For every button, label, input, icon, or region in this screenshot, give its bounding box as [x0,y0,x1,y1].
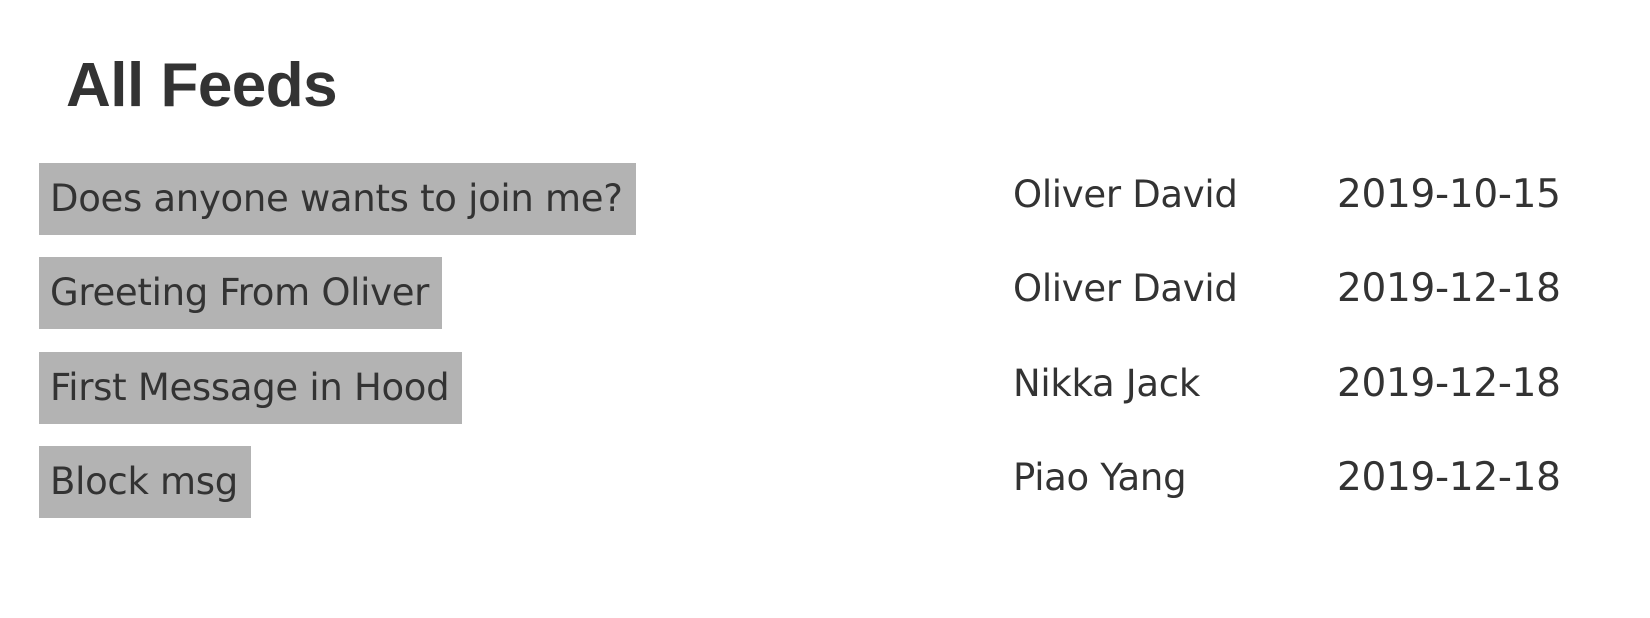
feed-date: 2019-12-18 [1337,361,1561,406]
feed-title-link[interactable]: Does anyone wants to join me? [39,163,636,235]
feed-author: Nikka Jack [1013,362,1200,405]
feed-author: Oliver David [1013,267,1238,310]
feed-author: Oliver David [1013,173,1238,216]
feed-title-link[interactable]: Block msg [39,446,251,518]
feed-title-link[interactable]: Greeting From Oliver [39,257,443,329]
feed-date: 2019-12-18 [1337,455,1561,500]
feed-date: 2019-12-18 [1337,266,1561,311]
feed-row: Block msg Piao Yang 2019-12-18 [0,446,1650,518]
feed-row: First Message in Hood Nikka Jack 2019-12… [0,352,1650,424]
feed-author: Piao Yang [1013,456,1187,499]
feed-title-link[interactable]: First Message in Hood [39,352,463,424]
feed-row: Greeting From Oliver Oliver David 2019-1… [0,257,1650,329]
feed-list: Does anyone wants to join me? Oliver Dav… [0,0,1650,618]
feed-row: Does anyone wants to join me? Oliver Dav… [0,163,1650,235]
feed-date: 2019-10-15 [1337,172,1561,217]
